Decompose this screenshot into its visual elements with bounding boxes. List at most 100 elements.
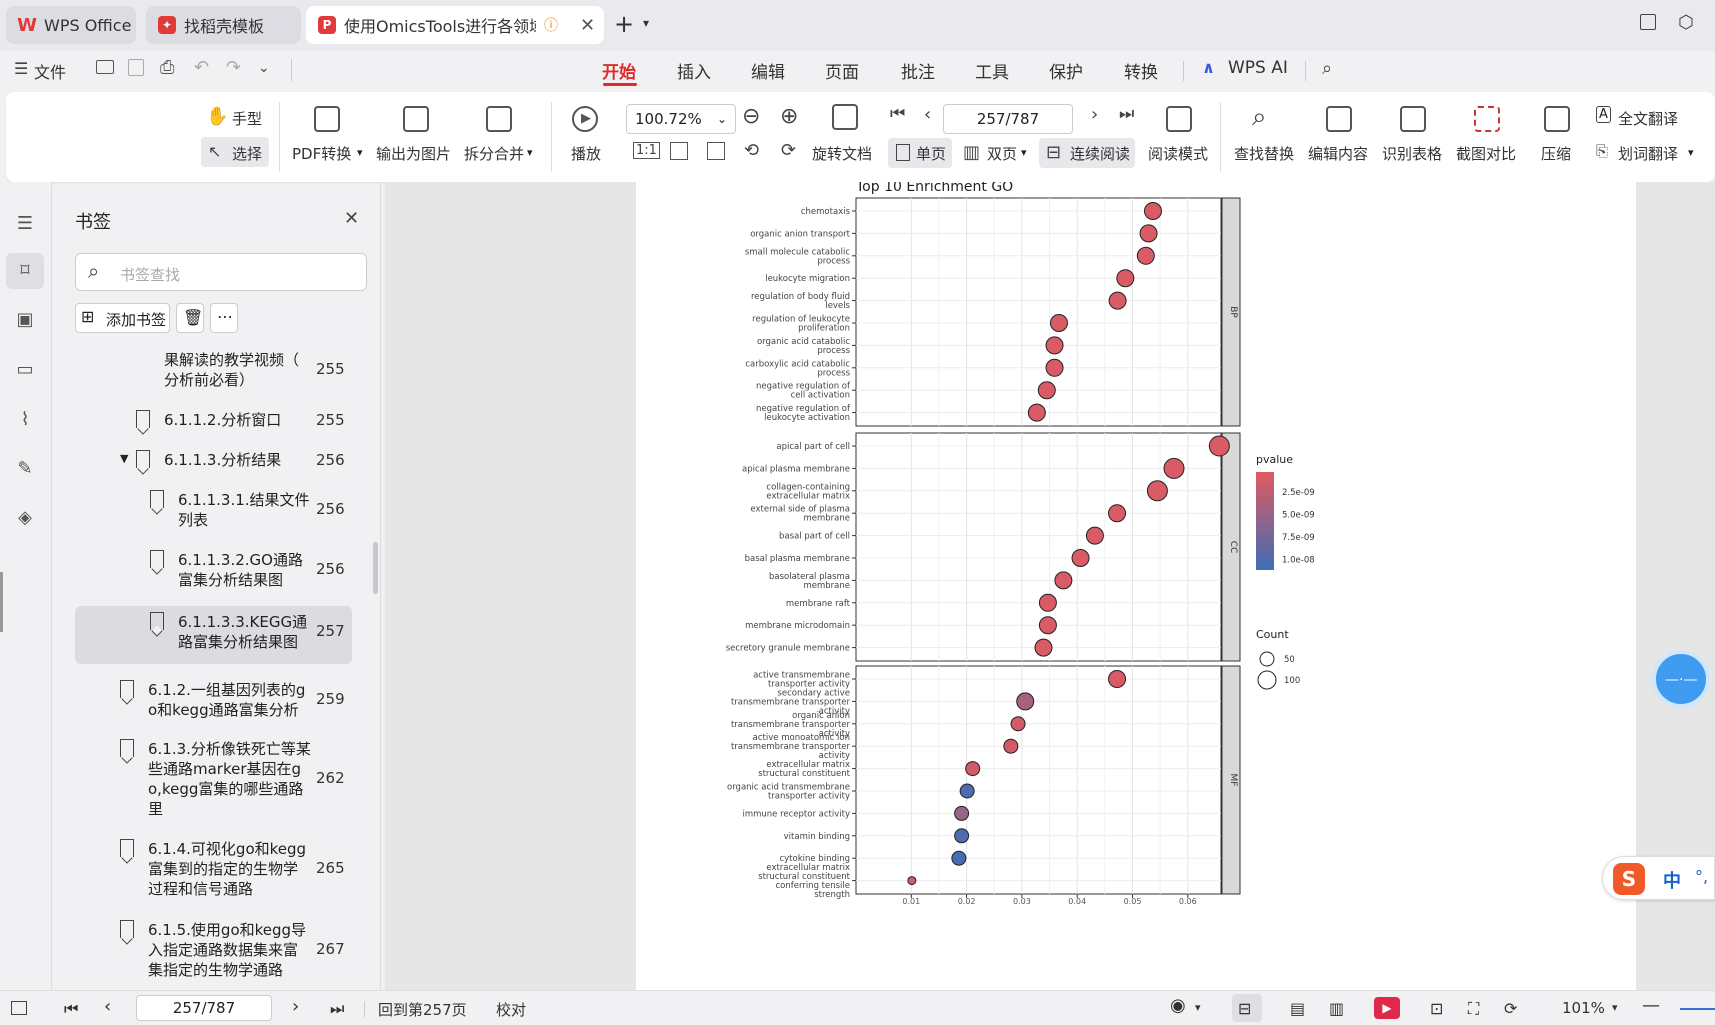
- next-page-icon[interactable]: ›: [1091, 104, 1098, 125]
- save-icon[interactable]: [128, 59, 144, 76]
- close-icon[interactable]: ✕: [344, 208, 359, 229]
- zoom-select[interactable]: 100.72% ⌄: [626, 104, 736, 134]
- bookmark-item[interactable]: 果解读的教学视频（ 分析前必看） 255: [60, 348, 350, 392]
- outline-icon[interactable]: ☰: [14, 214, 36, 234]
- redo-icon[interactable]: ↷: [226, 57, 241, 78]
- floating-assistant-button[interactable]: —·—: [1652, 650, 1710, 708]
- hand-tool-button[interactable]: 手型: [232, 108, 262, 129]
- screenshot-compare-button[interactable]: 截图对比: [1456, 143, 1516, 164]
- single-page-button[interactable]: 单页: [916, 143, 946, 164]
- rail-handle[interactable]: [0, 572, 3, 632]
- fit-width-icon[interactable]: ⊡: [1430, 999, 1443, 1018]
- file-menu[interactable]: 文件: [34, 59, 66, 83]
- ime-toolbar[interactable]: S 中 °,: [1602, 856, 1715, 900]
- tab-template[interactable]: ✦ 找稻壳模板: [146, 6, 301, 44]
- print-icon[interactable]: ⎙: [160, 57, 174, 78]
- bookmark-item[interactable]: 6.1.1.3.1.结果文件 列表 256: [60, 488, 350, 532]
- bookmark-rail-icon[interactable]: ⌑: [14, 261, 36, 281]
- fit-page-icon[interactable]: [670, 142, 688, 160]
- more-chevron-icon[interactable]: ⌄: [258, 60, 270, 76]
- menu-page[interactable]: 页面: [825, 58, 859, 83]
- bookmark-item[interactable]: 6.1.1.2.分析窗口 255: [60, 408, 350, 438]
- rotate-right-icon[interactable]: ⟳: [781, 140, 796, 161]
- recognize-table-button[interactable]: 识别表格: [1382, 143, 1442, 164]
- fit-width-icon[interactable]: [707, 142, 725, 160]
- rotate-icon[interactable]: ⟳: [1504, 999, 1517, 1018]
- add-bookmark-button[interactable]: ⊞ 添加书签: [75, 303, 170, 333]
- rotate-left-icon[interactable]: ⟲: [744, 140, 759, 161]
- zoom-out-icon[interactable]: —: [1642, 995, 1660, 1016]
- last-page-icon[interactable]: ⏭: [1119, 104, 1134, 124]
- undo-icon[interactable]: ↶: [194, 57, 209, 78]
- bookmark-item[interactable]: 6.1.1.3.2.GO通路 富集分析结果图 256: [60, 548, 350, 592]
- compress-button[interactable]: 压缩: [1541, 143, 1571, 164]
- close-tab-icon[interactable]: ✕: [580, 15, 595, 36]
- expand-caret-icon[interactable]: ▼: [120, 452, 128, 465]
- bookmark-item[interactable]: 6.1.2.一组基因列表的g o和kegg通路富集分析 259: [60, 678, 350, 722]
- page-number-input[interactable]: 257/787: [943, 104, 1073, 134]
- read-mode-button[interactable]: 阅读模式: [1148, 143, 1208, 164]
- prev-page-icon[interactable]: ‹: [924, 104, 931, 125]
- chevron-down-icon[interactable]: ▾: [643, 16, 649, 30]
- sidebar-toggle-icon[interactable]: [11, 1001, 27, 1015]
- image-icon[interactable]: ▣: [14, 310, 36, 330]
- bookmark-item[interactable]: ▼ 6.1.1.3.分析结果 256: [60, 448, 350, 478]
- zoom-out-icon[interactable]: ⊖: [742, 104, 760, 129]
- delete-bookmark-button[interactable]: 🗑: [176, 303, 204, 333]
- menu-protect[interactable]: 保护: [1049, 58, 1083, 83]
- zoom-slider[interactable]: [1680, 1008, 1715, 1010]
- double-page-mode-icon[interactable]: ▥: [1329, 999, 1344, 1018]
- bookmark-search-input[interactable]: ⌕ 书签查找: [75, 253, 367, 291]
- play-slideshow-icon[interactable]: ▶: [1374, 997, 1400, 1019]
- export-image-button[interactable]: 输出为图片: [376, 143, 451, 164]
- menu-start[interactable]: 开始: [602, 58, 636, 83]
- last-page-icon[interactable]: ⏭: [330, 999, 344, 1019]
- eye-icon[interactable]: ◉: [1170, 995, 1186, 1016]
- menu-edit[interactable]: 编辑: [751, 58, 785, 83]
- status-page-input[interactable]: 257/787: [136, 995, 272, 1021]
- full-translate-button[interactable]: 全文翻译: [1618, 108, 1678, 129]
- bookmark-scrollbar[interactable]: [373, 542, 378, 594]
- continuous-mode-icon[interactable]: ⊟: [1238, 999, 1251, 1018]
- layers-icon[interactable]: ◈: [14, 508, 36, 528]
- fit-page-icon[interactable]: ⛶: [1468, 999, 1479, 1019]
- goto-page-link[interactable]: 回到第257页: [378, 999, 467, 1020]
- bookmark-item[interactable]: 6.1.5.使用go和kegg导 入指定通路数据集来富 集指定的生物学通路 26…: [60, 918, 350, 982]
- comment-icon[interactable]: ▭: [14, 360, 36, 380]
- menu-insert[interactable]: 插入: [677, 58, 711, 83]
- word-translate-button[interactable]: 划词翻译: [1618, 143, 1678, 164]
- zoom-in-icon[interactable]: ⊕: [780, 104, 798, 129]
- first-page-icon[interactable]: ⏮: [890, 104, 905, 124]
- window-restore-icon[interactable]: [1640, 14, 1656, 30]
- continuous-read-button[interactable]: 连续阅读: [1070, 143, 1130, 164]
- actual-size-icon[interactable]: 1:1: [633, 142, 660, 159]
- tab-current-pdf[interactable]: P 使用OmicsTools进行各领域 ⓘ ✕: [306, 6, 604, 44]
- hamburger-icon[interactable]: ☰: [14, 59, 28, 78]
- find-replace-button[interactable]: 查找替换: [1234, 143, 1294, 164]
- menu-wps-ai[interactable]: WPS AI: [1228, 58, 1288, 78]
- select-tool-button[interactable]: 选择: [232, 143, 262, 164]
- next-page-icon[interactable]: ›: [292, 996, 299, 1017]
- signature-icon[interactable]: ✎: [14, 459, 36, 479]
- first-page-icon[interactable]: ⏮: [64, 999, 78, 1019]
- menu-tools[interactable]: 工具: [975, 58, 1009, 83]
- rotate-document-button[interactable]: 旋转文档: [812, 143, 872, 164]
- prev-page-icon[interactable]: ‹: [104, 996, 111, 1017]
- edit-content-button[interactable]: 编辑内容: [1308, 143, 1368, 164]
- pdf-convert-button[interactable]: PDF转换: [292, 143, 351, 164]
- new-tab-icon[interactable]: +: [614, 10, 634, 38]
- menu-annotate[interactable]: 批注: [901, 58, 935, 83]
- tab-wps-office[interactable]: W WPS Office: [6, 6, 136, 44]
- more-options-button[interactable]: ⋯: [210, 303, 238, 333]
- open-folder-icon[interactable]: [96, 60, 114, 74]
- split-merge-button[interactable]: 拆分合并: [464, 143, 524, 164]
- menu-convert[interactable]: 转换: [1124, 58, 1158, 83]
- bookmark-item-selected[interactable]: 6.1.1.3.3.KEGG通 路富集分析结果图 257: [75, 606, 352, 664]
- attachment-icon[interactable]: ⌇: [14, 410, 36, 430]
- cube-icon[interactable]: ⬡: [1678, 12, 1694, 33]
- double-page-button[interactable]: 双页: [987, 143, 1017, 164]
- proofread-button[interactable]: 校对: [496, 999, 526, 1020]
- status-zoom-value[interactable]: 101%: [1562, 999, 1605, 1017]
- bookmark-item[interactable]: 6.1.3.分析像铁死亡等某 些通路marker基因在g o,kegg富集的哪些…: [60, 737, 350, 821]
- search-icon[interactable]: ⌕: [1322, 58, 1332, 79]
